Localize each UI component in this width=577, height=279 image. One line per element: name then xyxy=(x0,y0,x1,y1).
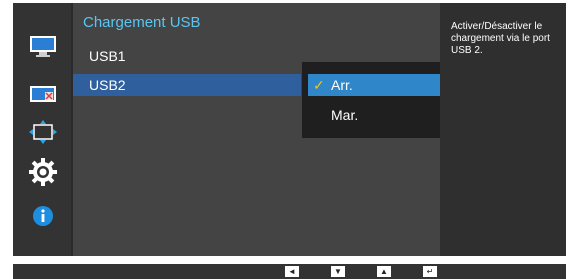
color-screen-icon[interactable] xyxy=(28,81,58,107)
menu-item-usb2[interactable]: USB2 xyxy=(73,74,301,96)
osd-menu-window: Chargement USB USB1 USB2 ✓ Arr. Mar. Act… xyxy=(13,3,566,256)
information-icon[interactable] xyxy=(28,203,58,229)
navigation-bar: ◄ ▼ ▲ ↵ xyxy=(13,264,566,279)
checkmark-icon: ✓ xyxy=(313,77,325,93)
osd-sidebar xyxy=(13,3,71,256)
option-arr-label: Arr. xyxy=(331,77,353,93)
help-panel: Activer/Désactiver le chargement via le … xyxy=(440,3,566,256)
enter-icon[interactable]: ↵ xyxy=(423,266,437,277)
help-text: Activer/Désactiver le chargement via le … xyxy=(451,21,550,56)
up-arrow-icon[interactable]: ▲ xyxy=(377,266,391,277)
left-arrow-icon[interactable]: ◄ xyxy=(285,266,299,277)
down-arrow-icon[interactable]: ▼ xyxy=(331,266,345,277)
menu-title: Chargement USB xyxy=(83,14,201,31)
size-position-icon[interactable] xyxy=(28,119,58,145)
monitor-picture-icon[interactable] xyxy=(28,33,58,59)
main-panel: Chargement USB USB1 USB2 ✓ Arr. Mar. xyxy=(73,3,485,256)
menu-item-usb1[interactable]: USB1 xyxy=(73,45,301,67)
option-mar-label: Mar. xyxy=(331,107,359,123)
settings-gear-icon[interactable] xyxy=(28,158,58,186)
